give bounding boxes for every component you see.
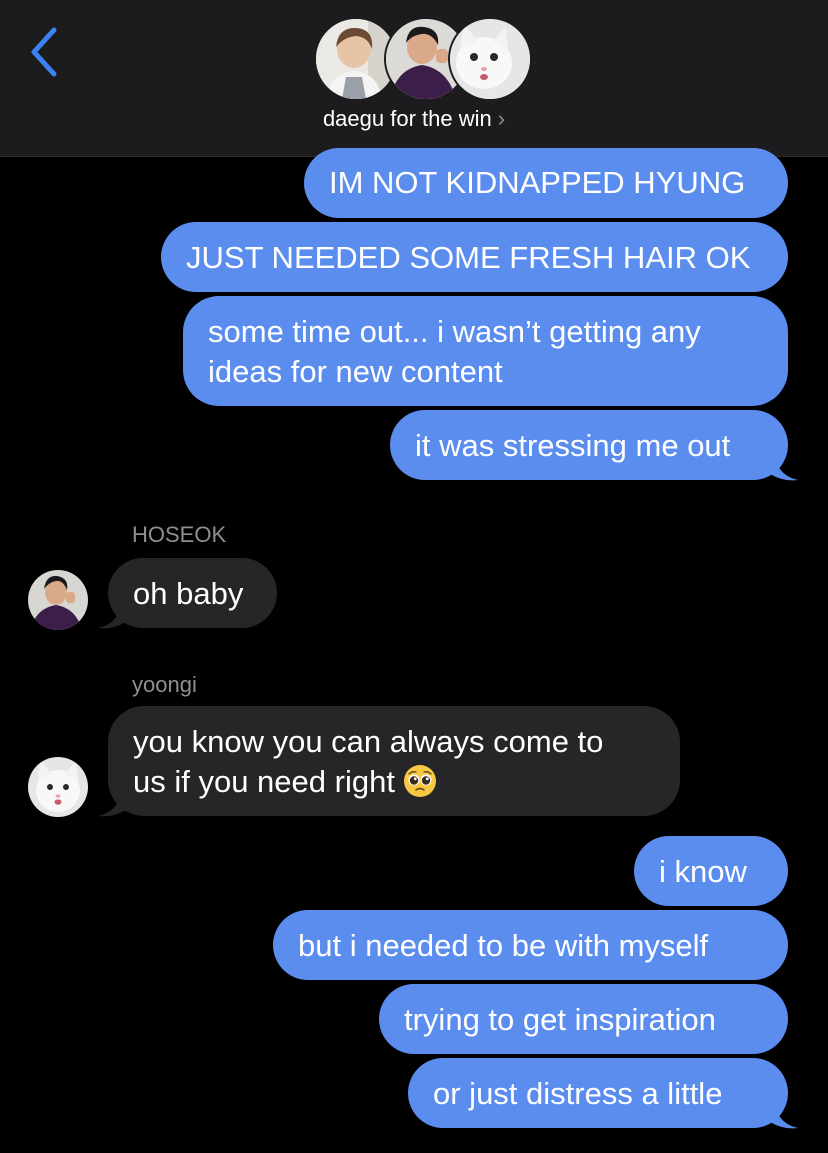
group-name: daegu for the win bbox=[322, 106, 492, 131]
incoming-message-bubble[interactable]: oh baby bbox=[108, 558, 277, 628]
message-text: or just distress a little bbox=[433, 1076, 723, 1111]
outgoing-message-bubble[interactable]: IM NOT KIDNAPPED HYUNG bbox=[304, 148, 788, 218]
message-text: JUST NEEDED SOME FRESH HAIR OK bbox=[186, 240, 751, 275]
bubble-tail bbox=[770, 460, 798, 481]
bubble-tail bbox=[98, 608, 126, 629]
chat-header: daegu for the win › bbox=[0, 0, 828, 157]
group-avatars[interactable] bbox=[314, 17, 532, 101]
message-text: oh baby bbox=[133, 576, 244, 611]
chevron-left-icon bbox=[31, 27, 57, 77]
message-text: it was stressing me out bbox=[415, 428, 731, 463]
outgoing-message-bubble[interactable]: JUST NEEDED SOME FRESH HAIR OK bbox=[161, 222, 788, 292]
bubble-tail bbox=[770, 1108, 798, 1129]
outgoing-message-bubble[interactable]: but i needed to be with myself bbox=[273, 910, 788, 980]
pleading-face-emoji bbox=[403, 765, 436, 797]
avatar[interactable] bbox=[28, 570, 88, 630]
message-text-line: ideas for new content bbox=[208, 354, 503, 389]
avatar bbox=[448, 17, 532, 101]
chevron-right-icon: › bbox=[497, 106, 506, 131]
sender-name: yoongi bbox=[132, 672, 197, 697]
sender-name: HOSEOK bbox=[132, 522, 227, 547]
bubble-tail bbox=[98, 796, 126, 817]
message-text-line: some time out... i wasn’t getting any bbox=[208, 314, 701, 349]
incoming-message-bubble[interactable]: you know you can always come to us if yo… bbox=[108, 706, 680, 816]
outgoing-message-bubble[interactable]: some time out... i wasn’t getting any id… bbox=[183, 296, 788, 406]
group-name-button[interactable]: daegu for the win › bbox=[0, 106, 828, 132]
outgoing-message-bubble[interactable]: i know bbox=[634, 836, 788, 906]
outgoing-message-bubble[interactable]: trying to get inspiration bbox=[379, 984, 788, 1054]
message-text: trying to get inspiration bbox=[404, 1002, 716, 1037]
avatar[interactable] bbox=[28, 757, 88, 817]
message-text-line: us if you need right bbox=[133, 764, 395, 799]
message-text: i know bbox=[659, 854, 747, 889]
back-button[interactable] bbox=[26, 24, 66, 80]
message-text: but i needed to be with myself bbox=[298, 928, 709, 963]
outgoing-message-bubble[interactable]: or just distress a little bbox=[408, 1058, 788, 1128]
message-text: IM NOT KIDNAPPED HYUNG bbox=[329, 165, 746, 200]
message-text-line: you know you can always come to bbox=[133, 724, 604, 759]
outgoing-message-bubble[interactable]: it was stressing me out bbox=[390, 410, 788, 480]
